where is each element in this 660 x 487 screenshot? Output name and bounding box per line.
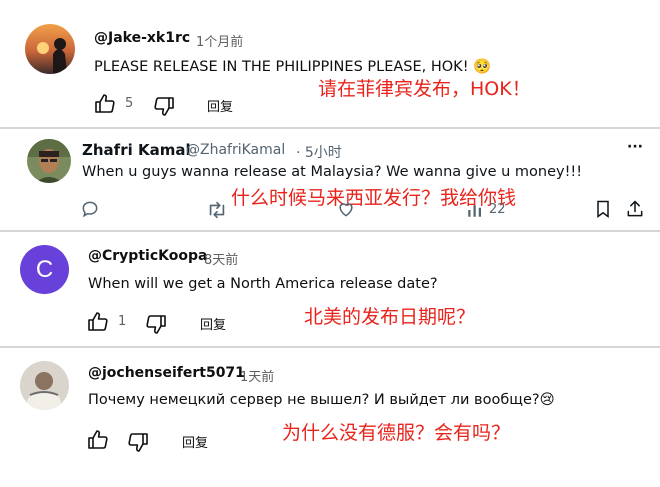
more-options-button[interactable]: ··· [627, 139, 643, 155]
avatar-letter: C [35, 256, 54, 283]
avatar[interactable] [25, 24, 75, 74]
dislike-icon[interactable] [144, 312, 168, 340]
views-icon[interactable] [466, 201, 484, 223]
dislike-icon[interactable] [152, 94, 176, 122]
comment-text: When will we get a North America release… [88, 276, 438, 292]
comment-text: When u guys wanna release at Malaysia? W… [82, 164, 583, 180]
reply-button[interactable]: 回复 [207, 96, 233, 115]
avatar[interactable]: C [20, 245, 69, 294]
comment-text-content: PLEASE RELEASE IN THE PHILIPPINES PLEASE… [94, 59, 469, 75]
like-icon[interactable] [86, 310, 110, 338]
like-icon[interactable] [93, 92, 117, 120]
crying-emoji: 😢 [539, 392, 555, 408]
post-time[interactable]: · 5小时 [296, 142, 342, 162]
like-icon[interactable] [86, 428, 110, 456]
translation-annotation: 北美的发布日期呢？ [304, 306, 476, 328]
pleading-emoji: 🥺 [473, 59, 492, 75]
author-handle[interactable]: @ZhafriKamal [186, 142, 285, 158]
author-name[interactable]: Zhafri Kamal [82, 141, 191, 159]
dislike-icon[interactable] [126, 430, 150, 458]
share-icon[interactable] [625, 199, 645, 223]
comment-3: C @CrypticKoopa 8天前 When will we get a N… [0, 232, 660, 346]
comment-time[interactable]: 1天前 [240, 366, 274, 385]
reply-icon[interactable] [80, 199, 100, 223]
translation-annotation: 请在菲律宾发布，HOK！ [318, 78, 531, 100]
retweet-icon[interactable] [206, 199, 228, 225]
translation-annotation: 为什么没有德服？会有吗？ [282, 422, 511, 444]
avatar[interactable] [20, 361, 69, 410]
comment-time[interactable]: 8天前 [204, 249, 238, 268]
avatar[interactable] [27, 139, 71, 183]
heart-icon[interactable] [336, 199, 356, 223]
reply-button[interactable]: 回复 [182, 432, 208, 451]
comment-text-content: Почему немецкий сервер не вышел? И выйде… [88, 392, 540, 408]
comment-author[interactable]: @jochenseifert5071 [88, 365, 245, 381]
like-count: 5 [125, 96, 134, 111]
comment-time[interactable]: 1个月前 [196, 31, 243, 50]
comment-4: @jochenseifert5071 1天前 Почему немецкий с… [0, 348, 660, 487]
comment-1: @Jake-xk1rc 1个月前 PLEASE RELEASE IN THE P… [0, 0, 660, 128]
comment-text: PLEASE RELEASE IN THE PHILIPPINES PLEASE… [94, 58, 491, 75]
views-count: 22 [489, 202, 506, 217]
reply-button[interactable]: 回复 [200, 314, 226, 333]
comment-author[interactable]: @Jake-xk1rc [94, 30, 190, 46]
comment-author[interactable]: @CrypticKoopa [88, 248, 207, 264]
comment-2: Zhafri Kamal @ZhafriKamal · 5小时 ··· When… [0, 129, 660, 230]
comment-text: Почему немецкий сервер не вышел? И выйде… [88, 392, 555, 408]
bookmark-icon[interactable] [593, 199, 613, 223]
like-count: 1 [118, 314, 127, 329]
